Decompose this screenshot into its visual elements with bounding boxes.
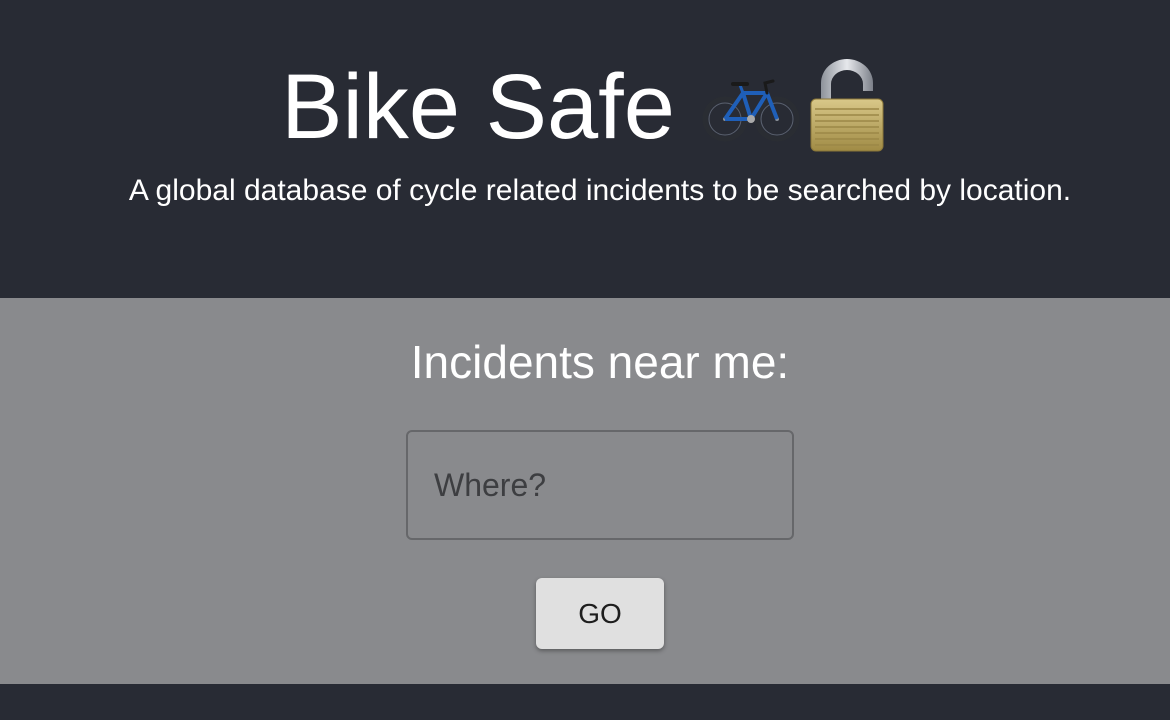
bicycle-icon [702,79,800,142]
app-subtitle: A global database of cycle related incid… [128,174,1072,207]
search-panel: Incidents near me: GO [0,298,1170,684]
location-search-input[interactable] [406,430,794,540]
page-footer [0,684,1170,720]
app-title: Bike Safe [281,56,675,158]
app-header: Bike Safe A global database of cycle rel… [0,0,1170,298]
go-button[interactable]: GO [536,578,664,649]
title-row: Bike Safe [0,52,1170,162]
search-heading: Incidents near me: [410,336,790,388]
padlock-icon [810,59,884,152]
